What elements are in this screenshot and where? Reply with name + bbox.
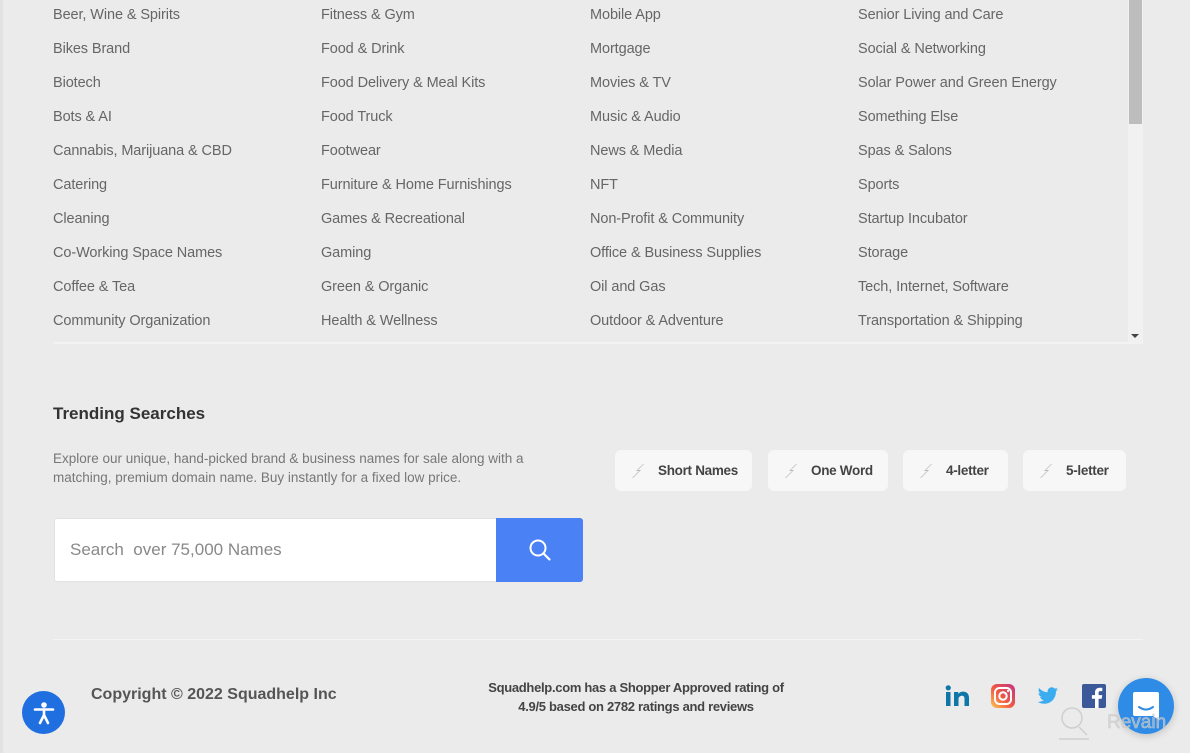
category-scrollbar[interactable] <box>1128 0 1143 342</box>
twitter-icon <box>1037 687 1058 704</box>
rating-line-1: Squadhelp.com has a Shopper Approved rat… <box>488 680 784 695</box>
facebook-icon <box>1081 684 1106 708</box>
category-link[interactable]: Solar Power and Green Energy <box>858 75 1057 91</box>
shopper-approved-rating[interactable]: Squadhelp.com has a Shopper Approved rat… <box>466 678 806 716</box>
chip-label: 4-letter <box>946 463 989 478</box>
scrollbar-thumb[interactable] <box>1129 0 1142 124</box>
category-link[interactable]: Spas & Salons <box>858 143 952 159</box>
instagram-icon <box>990 684 1015 708</box>
scroll-down-arrow-icon[interactable] <box>1131 334 1139 338</box>
category-link[interactable]: Biotech <box>53 75 101 91</box>
category-link[interactable]: Non-Profit & Community <box>590 211 744 227</box>
category-link[interactable]: Food Delivery & Meal Kits <box>321 75 485 91</box>
twitter-link[interactable] <box>1036 683 1060 709</box>
category-list: Beer, Wine & Spirits Bikes Brand Biotech… <box>53 0 1143 344</box>
chip-4-letter[interactable]: 4-letter <box>903 450 1008 491</box>
category-link[interactable]: Bots & AI <box>53 109 112 125</box>
category-link[interactable]: Office & Business Supplies <box>590 245 761 261</box>
category-link[interactable]: Health & Wellness <box>321 313 438 329</box>
category-link[interactable]: News & Media <box>590 143 682 159</box>
category-link[interactable]: Oil and Gas <box>590 279 666 295</box>
category-link[interactable]: Tech, Internet, Software <box>858 279 1009 295</box>
footer-divider <box>53 639 1143 640</box>
category-link[interactable]: Green & Organic <box>321 279 428 295</box>
linkedin-link[interactable] <box>944 683 971 709</box>
category-link[interactable]: Transportation & Shipping <box>858 313 1023 329</box>
category-link[interactable]: Cleaning <box>53 211 110 227</box>
chat-icon <box>1133 692 1159 720</box>
lightning-icon <box>785 463 797 478</box>
lightning-icon <box>1040 463 1052 478</box>
chip-5-letter[interactable]: 5-letter <box>1023 450 1126 491</box>
category-link[interactable]: Gaming <box>321 245 371 261</box>
category-link[interactable]: Movies & TV <box>590 75 671 91</box>
category-link[interactable]: Catering <box>53 177 107 193</box>
category-link[interactable]: Senior Living and Care <box>858 7 1003 23</box>
chip-short-names[interactable]: Short Names <box>615 450 752 491</box>
category-link[interactable]: Music & Audio <box>590 109 681 125</box>
category-link[interactable]: Cannabis, Marijuana & CBD <box>53 143 232 159</box>
category-link[interactable]: Something Else <box>858 109 958 125</box>
linkedin-icon <box>945 685 969 706</box>
category-link[interactable]: Games & Recreational <box>321 211 465 227</box>
category-link[interactable]: Food & Drink <box>321 41 405 57</box>
trending-description: Explore our unique, hand-picked brand & … <box>53 451 524 485</box>
chat-button[interactable] <box>1118 678 1174 734</box>
accessibility-icon <box>33 701 54 724</box>
copyright-text: Copyright © 2022 Squadhelp Inc <box>91 686 337 703</box>
category-link[interactable]: Sports <box>858 177 899 193</box>
category-link[interactable]: Coffee & Tea <box>53 279 135 295</box>
lightning-icon <box>632 463 644 478</box>
category-link[interactable]: Fitness & Gym <box>321 7 415 23</box>
category-link[interactable]: Co-Working Space Names <box>53 245 222 261</box>
category-link[interactable]: Mortgage <box>590 41 651 57</box>
category-link[interactable]: Beer, Wine & Spirits <box>53 7 180 23</box>
instagram-link[interactable] <box>990 683 1015 709</box>
accessibility-button[interactable] <box>22 691 65 734</box>
trending-title: Trending Searches <box>53 404 206 423</box>
revain-logo-icon <box>1059 707 1089 740</box>
category-link[interactable]: Food Truck <box>321 109 393 125</box>
search-button[interactable] <box>496 518 583 582</box>
category-link[interactable]: Social & Networking <box>858 41 986 57</box>
category-link[interactable]: Community Organization <box>53 313 210 329</box>
search-input[interactable] <box>55 519 496 581</box>
category-link[interactable]: Storage <box>858 245 908 261</box>
category-link[interactable]: Footwear <box>321 143 381 159</box>
category-link[interactable]: Furniture & Home Furnishings <box>321 177 512 193</box>
search-icon <box>529 539 551 561</box>
chip-label: 5-letter <box>1066 463 1109 478</box>
category-link[interactable]: Startup Incubator <box>858 211 968 227</box>
rating-line-2: 4.9/5 based on 2782 ratings and reviews <box>518 699 754 714</box>
facebook-link[interactable] <box>1081 683 1106 709</box>
search-box <box>54 518 496 582</box>
category-link[interactable]: Bikes Brand <box>53 41 130 57</box>
chip-one-word[interactable]: One Word <box>768 450 888 491</box>
lightning-icon <box>920 463 932 478</box>
category-link[interactable]: NFT <box>590 177 618 193</box>
category-link[interactable]: Mobile App <box>590 7 661 23</box>
category-link[interactable]: Outdoor & Adventure <box>590 313 724 329</box>
chip-label: Short Names <box>658 463 738 478</box>
chip-label: One Word <box>811 463 873 478</box>
